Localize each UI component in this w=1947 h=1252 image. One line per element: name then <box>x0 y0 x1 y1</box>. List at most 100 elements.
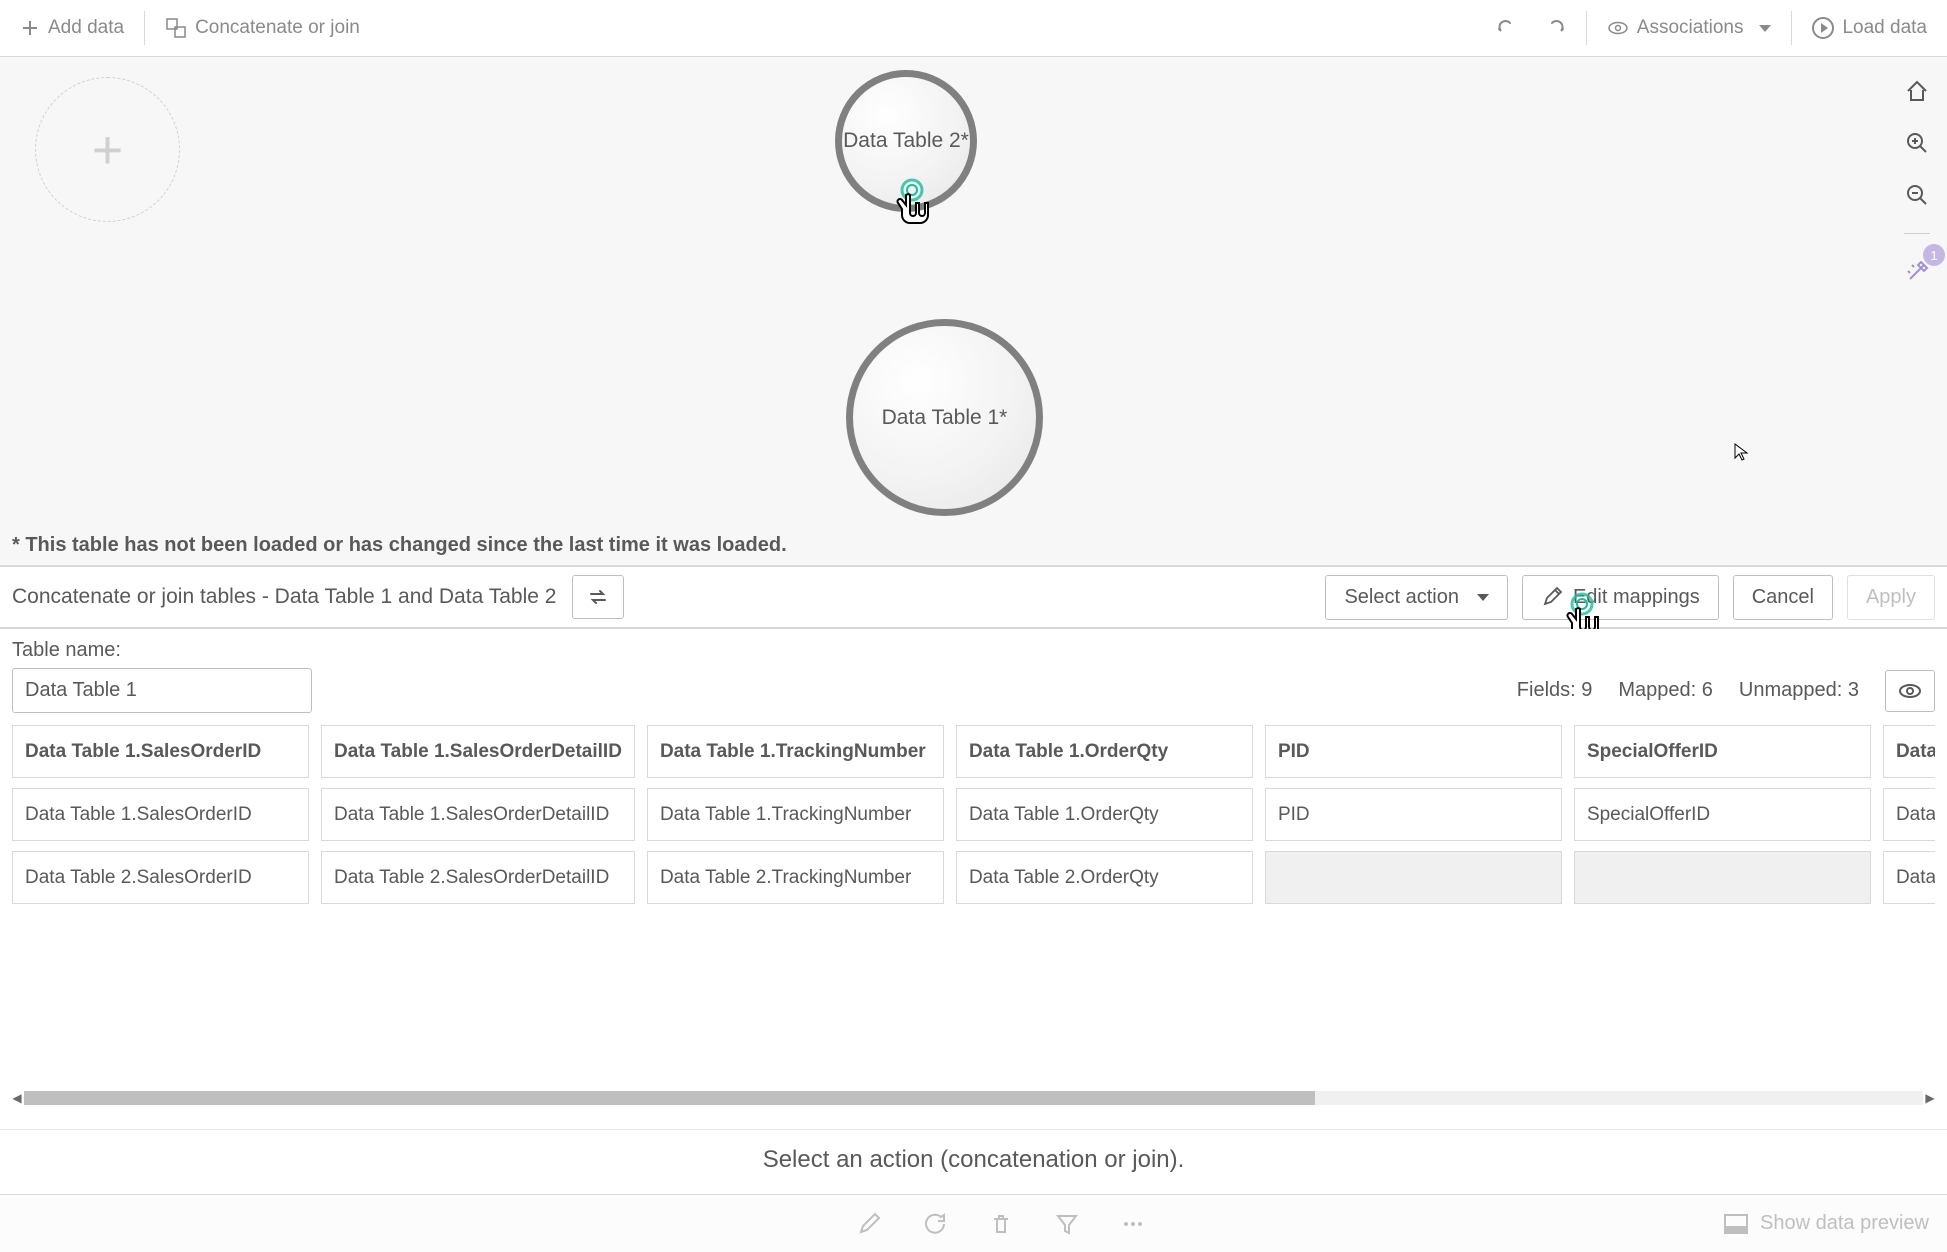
mapping-cell[interactable]: Data Table 1.SalesOrderDetailID <box>321 788 635 841</box>
mapped-label: Mapped: <box>1618 679 1696 701</box>
column-header[interactable]: SpecialOfferID <box>1574 725 1871 778</box>
column-header[interactable]: PID <box>1265 725 1562 778</box>
eye-icon <box>1607 17 1629 39</box>
toolbar-separator <box>1791 11 1792 45</box>
mapping-area: Table name: Fields: 9 Mapped: 6 Unmapped… <box>0 629 1947 1129</box>
chevron-down-icon <box>1759 25 1771 32</box>
canvas-footnote: * This table has not been loaded or has … <box>12 534 787 557</box>
associations-dropdown[interactable]: Associations <box>1597 9 1782 47</box>
canvas-tool-strip: 1 <box>1901 75 1933 288</box>
mapping-column: Data Table 1.OrderQty Data Table 1.OrderQ… <box>956 725 1253 904</box>
mapped-count: 6 <box>1702 679 1713 701</box>
apply-button[interactable]: Apply <box>1847 575 1935 620</box>
zoom-in-button[interactable] <box>1901 127 1933 159</box>
mapping-cell[interactable]: SpecialOfferID <box>1574 788 1871 841</box>
cancel-label: Cancel <box>1752 586 1814 609</box>
data-model-canvas[interactable]: + Data Table 2* Data Table 1* 1 * This t… <box>0 57 1947 565</box>
mapping-column: PID PID <box>1265 725 1562 904</box>
mapping-cell[interactable]: Data Table 2.OrderQty <box>956 851 1253 904</box>
scroll-right-arrow[interactable]: ▶ <box>1923 1091 1937 1105</box>
mapping-grid: Data Table 1.SalesOrderIDData Table 1.Sa… <box>12 725 1935 914</box>
concat-join-label: Concatenate or join <box>195 17 360 39</box>
mapping-cell[interactable]: Data Table 1.OrderQty <box>956 788 1253 841</box>
table-bubble-2-label: Data Table 2* <box>843 129 969 153</box>
mapping-cell[interactable] <box>1265 851 1562 904</box>
swap-tables-button[interactable] <box>572 575 624 619</box>
unmapped-count: 3 <box>1848 679 1859 701</box>
show-preview-toggle[interactable]: Show data preview <box>1724 1212 1929 1235</box>
load-data-button[interactable]: Load data <box>1802 9 1937 47</box>
top-toolbar: Add data Concatenate or join Association <box>0 0 1947 57</box>
field-counts: Fields: 9 Mapped: 6 Unmapped: 3 <box>1517 670 1935 712</box>
concat-join-button[interactable]: Concatenate or join <box>155 9 370 47</box>
redo-icon <box>1544 17 1566 39</box>
plus-icon <box>20 18 40 38</box>
play-icon <box>1812 17 1834 39</box>
chevron-down-icon <box>1477 594 1489 601</box>
add-table-placeholder[interactable]: + <box>35 77 180 222</box>
edit-mappings-button[interactable]: Edit mappings <box>1522 575 1719 620</box>
undo-button[interactable] <box>1486 9 1528 47</box>
mapping-column: Data Table 1.SalesOrderDetailID Data Tabl… <box>321 725 635 904</box>
mapping-column: Data Ta Data Ta Data Ta <box>1883 725 1935 904</box>
panel-actions: Select action Edit mappings Cancel Apply <box>1325 575 1935 620</box>
bottom-actions <box>856 1211 1146 1237</box>
zoom-out-button[interactable] <box>1901 179 1933 211</box>
mapping-cell[interactable]: Data Table 2.TrackingNumber <box>647 851 944 904</box>
top-right-group: Associations Load data <box>1486 9 1937 47</box>
mapping-column: Data Table 1.SalesOrderID Data Table 1.Sa… <box>12 725 309 904</box>
table-bubble-1-label: Data Table 1* <box>882 406 1008 430</box>
mapping-cell[interactable]: PID <box>1265 788 1562 841</box>
select-action-label: Select action <box>1344 586 1459 609</box>
mapping-cell[interactable]: Data Table 1.SalesOrderID <box>12 788 309 841</box>
select-action-dropdown[interactable]: Select action <box>1325 575 1508 620</box>
table-bubble-1[interactable]: Data Table 1* <box>846 319 1043 516</box>
associations-label: Associations <box>1637 17 1744 39</box>
mapping-column: SpecialOfferID SpecialOfferID <box>1574 725 1871 904</box>
home-button[interactable] <box>1901 75 1933 107</box>
redo-button[interactable] <box>1534 9 1576 47</box>
mapping-cell[interactable]: Data Ta <box>1883 851 1935 904</box>
mapping-column: Data Table 1.TrackingNumber Data Table 1.… <box>647 725 944 904</box>
concat-icon <box>165 17 187 39</box>
column-header[interactable]: Data Ta <box>1883 725 1935 778</box>
mapping-cell[interactable]: Data Table 1.TrackingNumber <box>647 788 944 841</box>
more-icon[interactable] <box>1120 1211 1146 1237</box>
mapping-cell[interactable] <box>1574 851 1871 904</box>
add-data-label: Add data <box>48 17 124 39</box>
recommendations-button[interactable]: 1 <box>1901 256 1933 288</box>
mapping-cell[interactable]: Data Table 2.SalesOrderDetailID <box>321 851 635 904</box>
mapping-cell[interactable]: Data Table 2.SalesOrderID <box>12 851 309 904</box>
cancel-button[interactable]: Cancel <box>1733 575 1833 620</box>
undo-icon <box>1496 17 1518 39</box>
column-header[interactable]: Data Table 1.SalesOrderID <box>12 725 309 778</box>
column-header[interactable]: Data Table 1.SalesOrderDetailID <box>321 725 635 778</box>
table-name-label: Table name: <box>12 639 1935 662</box>
toolbar-separator <box>144 11 145 45</box>
refresh-icon[interactable] <box>922 1211 948 1237</box>
show-preview-label: Show data preview <box>1760 1212 1929 1235</box>
edit-mappings-label: Edit mappings <box>1573 586 1700 609</box>
table-bubble-2[interactable]: Data Table 2* <box>835 70 977 212</box>
scroll-thumb[interactable] <box>24 1091 1315 1105</box>
column-header[interactable]: Data Table 1.OrderQty <box>956 725 1253 778</box>
horizontal-scrollbar[interactable]: ◀ ▶ <box>10 1089 1937 1107</box>
scroll-left-arrow[interactable]: ◀ <box>10 1091 24 1105</box>
load-data-label: Load data <box>1842 17 1927 39</box>
fields-label: Fields: <box>1517 679 1576 701</box>
plus-icon: + <box>92 123 124 177</box>
panel-header: Concatenate or join tables - Data Table … <box>0 565 1947 629</box>
toggle-visibility-button[interactable] <box>1885 670 1935 712</box>
edit-icon[interactable] <box>856 1211 882 1237</box>
recommendations-badge: 1 <box>1923 244 1945 266</box>
scroll-track[interactable] <box>24 1091 1923 1105</box>
filter-icon[interactable] <box>1054 1211 1080 1237</box>
mapping-cell[interactable]: Data Ta <box>1883 788 1935 841</box>
add-data-button[interactable]: Add data <box>10 9 134 47</box>
delete-icon[interactable] <box>988 1211 1014 1237</box>
table-name-input[interactable] <box>12 668 312 713</box>
apply-label: Apply <box>1866 586 1916 609</box>
instruction-text: Select an action (concatenation or join)… <box>0 1129 1947 1194</box>
panel-title: Concatenate or join tables - Data Table … <box>12 585 556 609</box>
column-header[interactable]: Data Table 1.TrackingNumber <box>647 725 944 778</box>
